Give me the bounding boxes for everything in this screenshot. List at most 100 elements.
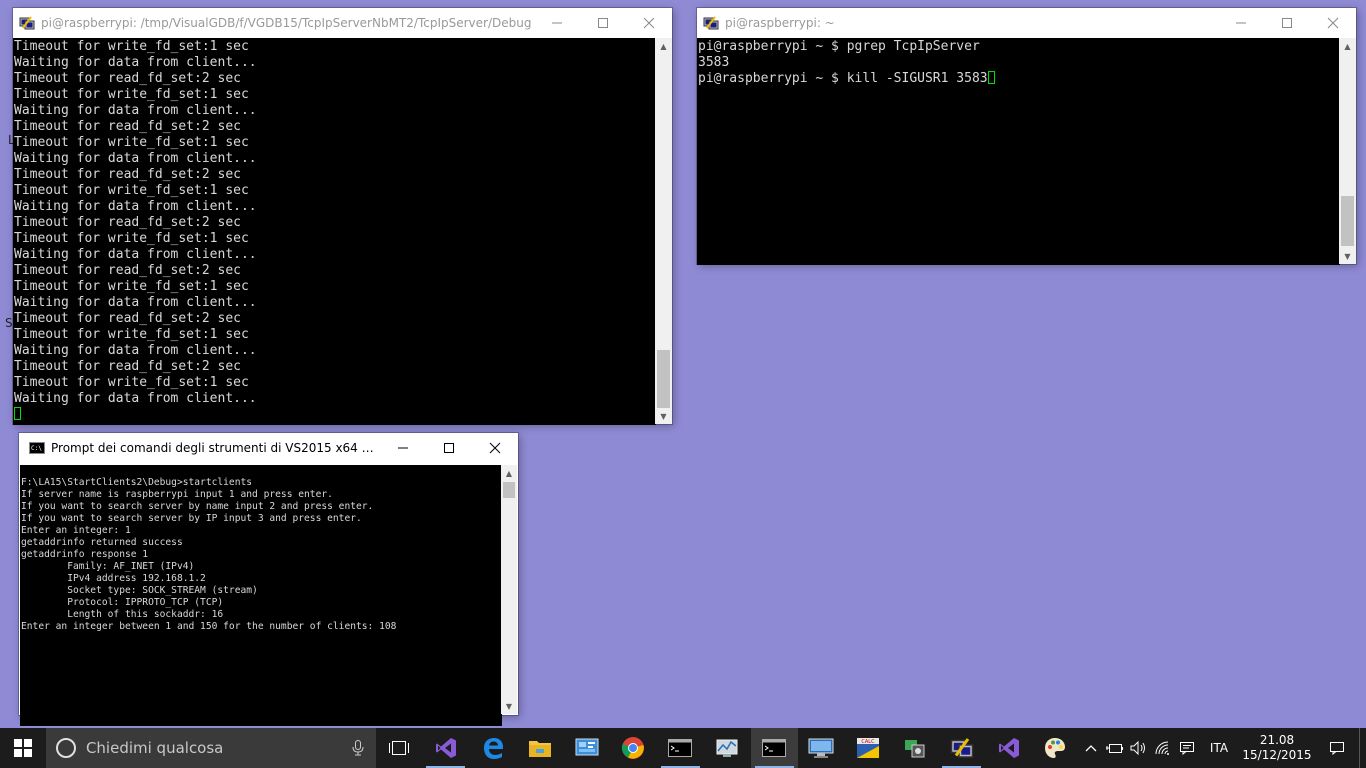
- taskbar-remote-desktop[interactable]: [798, 728, 845, 768]
- terminal-line: Timeout for read_fd_set:2 sec: [14, 215, 241, 230]
- minimize-button[interactable]: [1218, 8, 1264, 38]
- terminal-line: Timeout for write_fd_set:1 sec: [14, 39, 249, 54]
- terminal-line: Timeout for write_fd_set:1 sec: [14, 135, 249, 150]
- task-view-icon: [389, 741, 410, 755]
- console-icon: [668, 739, 693, 757]
- taskbar-performance-monitor[interactable]: [704, 728, 751, 768]
- close-button[interactable]: [626, 8, 672, 38]
- clock-time: 21.08: [1259, 733, 1295, 747]
- system-tray: ITA 21.08 15/12/2015: [1079, 728, 1366, 768]
- terminal-line: Timeout for read_fd_set:2 sec: [14, 359, 241, 374]
- terminal-output[interactable]: pi@raspberrypi ~ $ pgrep TcpIpServer 358…: [697, 38, 1340, 265]
- network-tool-icon: [904, 740, 925, 758]
- console-line: IPv4 address 192.168.1.2: [21, 573, 206, 584]
- taskbar-edge[interactable]: [469, 728, 516, 768]
- close-icon: [489, 442, 501, 454]
- taskbar-chrome[interactable]: [610, 728, 657, 768]
- scrollbar-thumb[interactable]: [1341, 196, 1354, 246]
- terminal-line: Waiting for data from client...: [14, 55, 257, 70]
- taskbar-console-active[interactable]: [750, 728, 798, 768]
- taskbar-calculator[interactable]: CALC: [844, 728, 891, 768]
- console-line: If you want to search server by name inp…: [21, 501, 374, 512]
- taskbar-visual-studio[interactable]: [422, 728, 469, 768]
- console-line: Enter an integer: 1: [21, 525, 131, 536]
- show-hidden-icons-button[interactable]: [1079, 744, 1103, 752]
- scrollbar-thumb[interactable]: [503, 482, 515, 498]
- show-desktop-button[interactable]: [1359, 728, 1366, 768]
- taskbar-visual-studio-2[interactable]: [985, 728, 1032, 768]
- vertical-scrollbar[interactable]: ▲ ▼: [1339, 38, 1356, 264]
- vertical-scrollbar[interactable]: ▲ ▼: [655, 38, 672, 424]
- maximize-icon: [1282, 18, 1292, 28]
- terminal-lines: Timeout for write_fd_set:1 sec Waiting fo…: [14, 39, 656, 407]
- shell-output: 3583: [698, 55, 730, 70]
- title-bar[interactable]: C:\ Prompt dei comandi degli strumenti d…: [19, 433, 518, 463]
- cortana-search-box[interactable]: Chiedimi qualcosa: [45, 728, 376, 768]
- terminal-output[interactable]: Timeout for write_fd_set:1 sec Waiting fo…: [13, 38, 656, 425]
- terminal-line: Waiting for data from client...: [14, 391, 257, 406]
- scroll-up-arrow-icon[interactable]: ▲: [1339, 38, 1356, 54]
- console-line: If server name is raspberrypi input 1 an…: [21, 489, 333, 500]
- terminal-line: Waiting for data from client...: [14, 199, 257, 214]
- terminal-line: Timeout for write_fd_set:1 sec: [14, 183, 249, 198]
- clock-date: 15/12/2015: [1242, 748, 1312, 762]
- visual-studio-icon: [435, 738, 456, 758]
- terminal-line: Timeout for read_fd_set:2 sec: [14, 167, 241, 182]
- maximize-button[interactable]: [426, 433, 472, 463]
- scroll-up-arrow-icon[interactable]: ▲: [501, 465, 517, 481]
- minimize-button[interactable]: [380, 433, 426, 463]
- terminal-line: Timeout for read_fd_set:2 sec: [14, 71, 241, 86]
- battery-indicator[interactable]: [1103, 742, 1127, 754]
- close-button[interactable]: [1310, 8, 1356, 38]
- clock[interactable]: 21.08 15/12/2015: [1239, 733, 1315, 763]
- taskbar-network-tool[interactable]: [891, 728, 938, 768]
- notifications-button[interactable]: [1315, 741, 1359, 755]
- terminal-line: Timeout for read_fd_set:2 sec: [14, 119, 241, 134]
- task-view-button[interactable]: [376, 728, 423, 768]
- putty-shell-window[interactable]: pi@raspberrypi: ~ pi@raspberrypi ~ $ pgr…: [697, 8, 1356, 265]
- minimize-icon: [398, 447, 408, 449]
- console-line: Family: AF_INET (IPv4): [21, 561, 195, 572]
- window-title: pi@raspberrypi: ~: [725, 16, 835, 30]
- putty-icon: [19, 16, 35, 30]
- scroll-down-arrow-icon[interactable]: ▼: [1339, 248, 1356, 264]
- close-button[interactable]: [472, 433, 518, 463]
- minimize-icon: [552, 22, 562, 24]
- putty-server-window[interactable]: pi@raspberrypi: /tmp/VisualGDB/f/VGDB15/…: [13, 8, 672, 425]
- start-button[interactable]: [0, 728, 46, 768]
- shell-prompt: pi@raspberrypi ~ $: [698, 71, 847, 86]
- scroll-down-arrow-icon[interactable]: ▼: [655, 408, 672, 424]
- maximize-icon: [444, 443, 454, 453]
- terminal-line: Timeout for write_fd_set:1 sec: [14, 327, 249, 342]
- maximize-button[interactable]: [580, 8, 626, 38]
- battery-plug-icon: [1106, 744, 1123, 753]
- folder-icon: [528, 741, 551, 757]
- performance-monitor-icon: [716, 739, 738, 757]
- taskbar-paint[interactable]: [1032, 728, 1079, 768]
- taskbar-console[interactable]: [657, 728, 704, 768]
- shell-command: pgrep TcpIpServer: [846, 39, 980, 54]
- taskbar-file-explorer[interactable]: [516, 728, 563, 768]
- input-language[interactable]: ITA: [1199, 741, 1239, 755]
- scroll-down-arrow-icon[interactable]: ▼: [501, 698, 517, 714]
- console-icon: [762, 739, 787, 757]
- taskbar-putty[interactable]: [938, 728, 985, 768]
- close-icon: [643, 17, 655, 29]
- network-indicator[interactable]: [1151, 741, 1175, 755]
- title-bar[interactable]: pi@raspberrypi: /tmp/VisualGDB/f/VGDB15/…: [13, 8, 672, 38]
- maximize-button[interactable]: [1264, 8, 1310, 38]
- minimize-button[interactable]: [534, 8, 580, 38]
- vertical-scrollbar[interactable]: ▲ ▼: [501, 465, 517, 714]
- console-output[interactable]: F:\LA15\StartClients2\Debug>startclients…: [20, 465, 502, 726]
- edge-icon: [483, 738, 503, 759]
- microphone-icon[interactable]: [352, 740, 364, 756]
- taskbar-control-panel[interactable]: [563, 728, 610, 768]
- volume-indicator[interactable]: [1127, 741, 1151, 755]
- scrollbar-thumb[interactable]: [657, 350, 670, 408]
- action-center-message[interactable]: [1175, 741, 1199, 755]
- scroll-up-arrow-icon[interactable]: ▲: [655, 38, 672, 54]
- window-title: Prompt dei comandi degli strumenti di VS…: [51, 441, 380, 455]
- title-bar[interactable]: pi@raspberrypi: ~: [697, 8, 1356, 38]
- command-prompt-window[interactable]: C:\ Prompt dei comandi degli strumenti d…: [19, 433, 518, 726]
- console-line: F:\LA15\StartClients2\Debug>startclients: [21, 477, 253, 488]
